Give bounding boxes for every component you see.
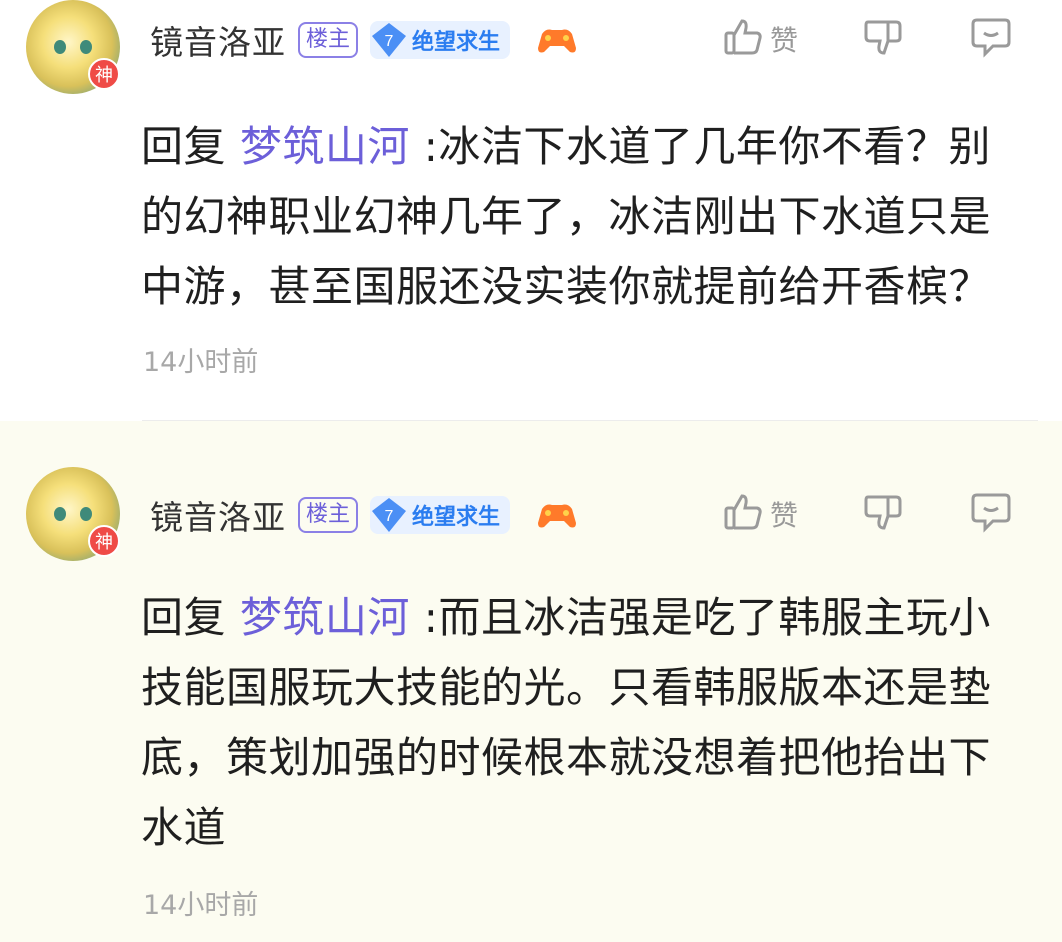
reply-actions: 赞 <box>722 16 1062 64</box>
like-button[interactable]: 赞 <box>722 491 798 537</box>
reply-content: 回复 梦筑山河 :冰洁下水道了几年你不看？别的幻神职业幻神几年了，冰洁刚出下水道… <box>141 112 1031 322</box>
reply-item: 神 镜音洛亚 楼主 7 绝望求生 <box>0 421 1062 942</box>
reply-prefix: 回复 <box>141 593 227 642</box>
comment-button[interactable] <box>969 16 1013 62</box>
reply-time: 14小时前 <box>143 890 259 921</box>
dislike-button[interactable] <box>862 16 904 62</box>
reply-header: 镜音洛亚 楼主 7 绝望求生 <box>150 493 578 537</box>
gamepad-icon <box>536 499 578 531</box>
reply-header: 镜音洛亚 楼主 7 绝望求生 <box>150 18 578 62</box>
comment-button[interactable] <box>969 491 1013 537</box>
username[interactable]: 镜音洛亚 <box>150 491 286 539</box>
like-button[interactable]: 赞 <box>722 16 798 62</box>
owner-tag: 楼主 <box>298 497 359 533</box>
level-badge: 7 绝望求生 <box>370 21 511 59</box>
reply-actions: 赞 <box>722 491 1062 539</box>
level-name: 绝望求生 <box>412 505 501 530</box>
avatar-badge: 神 <box>88 525 120 557</box>
avatar-badge: 神 <box>88 58 120 90</box>
level-name: 绝望求生 <box>412 30 501 55</box>
avatar[interactable]: 神 <box>26 0 120 94</box>
like-label: 赞 <box>770 24 799 57</box>
avatar[interactable]: 神 <box>26 467 120 561</box>
thumbs-up-icon <box>722 16 764 62</box>
svg-text:7: 7 <box>385 33 394 50</box>
comment-icon <box>969 16 1013 62</box>
level-badge: 7 绝望求生 <box>370 496 511 534</box>
reply-time: 14小时前 <box>143 347 259 378</box>
thumbs-down-icon <box>862 491 904 537</box>
mention-link[interactable]: 梦筑山河 <box>240 593 410 642</box>
thumbs-down-icon <box>862 16 904 62</box>
comment-icon <box>969 491 1013 537</box>
mention-link[interactable]: 梦筑山河 <box>240 122 410 171</box>
level-diamond-icon: 7 <box>370 21 408 59</box>
svg-text:7: 7 <box>385 508 394 525</box>
username[interactable]: 镜音洛亚 <box>150 16 286 64</box>
reply-item: 神 镜音洛亚 楼主 7 绝望求生 <box>0 0 1062 421</box>
gamepad-icon <box>536 24 578 56</box>
owner-tag: 楼主 <box>298 22 359 58</box>
reply-prefix: 回复 <box>141 122 227 171</box>
like-label: 赞 <box>770 499 799 532</box>
reply-content: 回复 梦筑山河 :而且冰洁强是吃了韩服主玩小技能国服玩大技能的光。只看韩服版本还… <box>141 583 1031 863</box>
thumbs-up-icon <box>722 491 764 537</box>
dislike-button[interactable] <box>862 491 904 537</box>
level-diamond-icon: 7 <box>370 496 408 534</box>
